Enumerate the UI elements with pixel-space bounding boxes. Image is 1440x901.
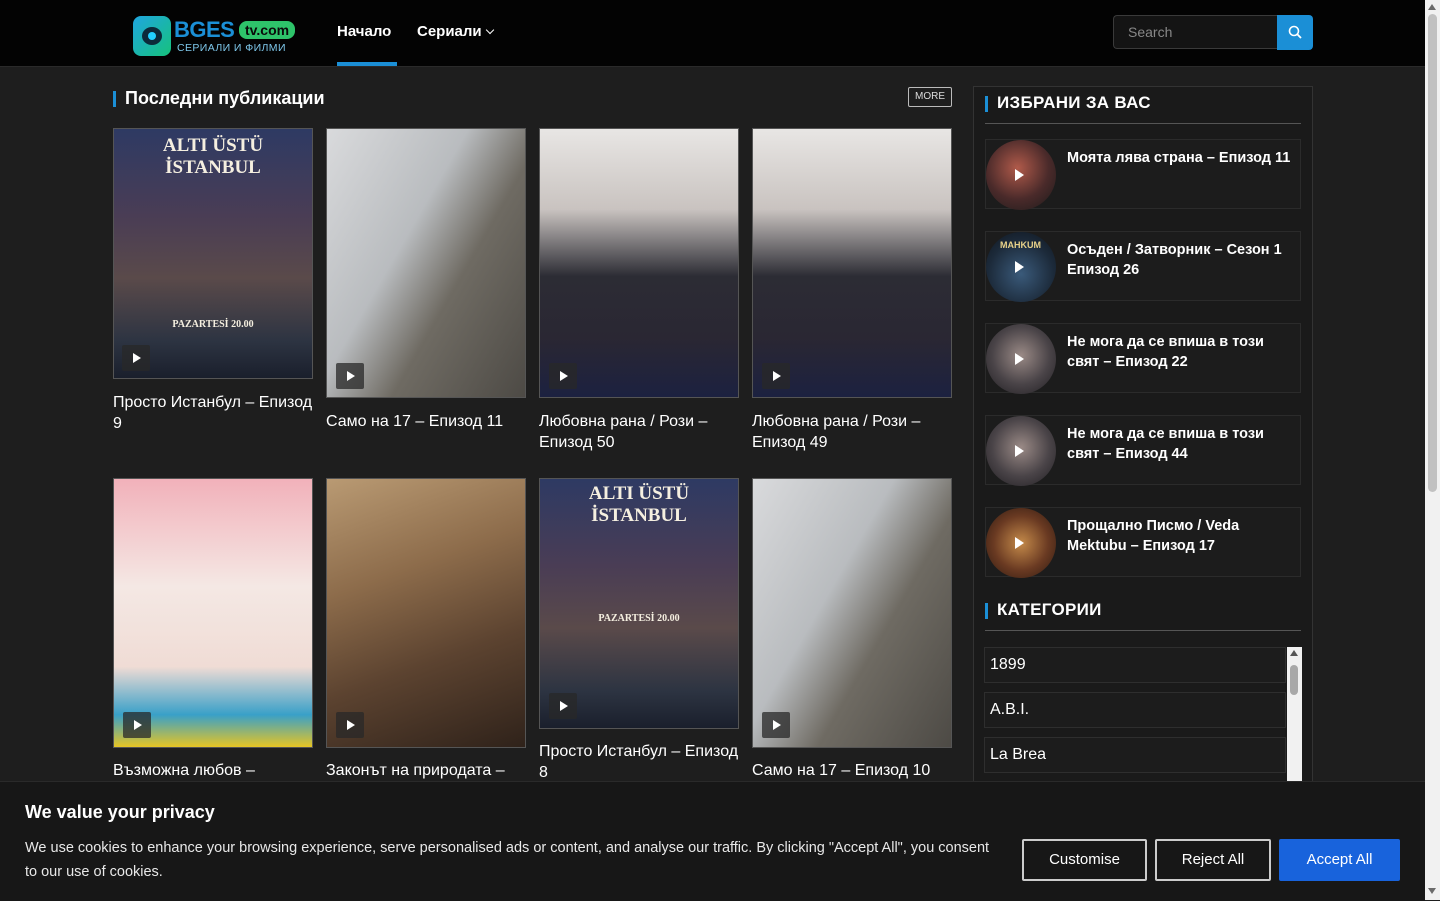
post-title[interactable]: Просто Истанбул – Епизод 8 [539,741,739,783]
post-thumbnail[interactable] [752,128,952,398]
featured-section-title: ИЗБРАНИ ЗА ВАС [997,93,1151,112]
post-title[interactable]: Законът на природата – [326,760,526,781]
cookie-banner: We value your privacy We use cookies to … [0,781,1425,901]
featured-item[interactable]: MAHKUM Осъден / Затворник – Сезон 1 Епиз… [985,231,1301,302]
logo-text: BGES [174,17,235,42]
featured-thumbnail[interactable]: MAHKUM [986,232,1056,302]
category-list[interactable]: 1899 A.B.I. La Brea [984,647,1302,787]
section-divider [985,123,1301,124]
play-icon [1015,537,1024,549]
page-scrollbar[interactable] [1425,0,1440,900]
cookie-title: We value your privacy [25,802,215,822]
poster-title: ALTI ÜSTÜ İSTANBUL [162,135,264,178]
nav-series[interactable]: Сериали [417,23,494,40]
play-icon [1015,261,1024,273]
nav-series-label: Сериали [417,23,482,40]
featured-thumbnail[interactable] [986,416,1056,486]
featured-title[interactable]: Осъден / Затворник – Сезон 1 Епизод 26 [1067,240,1299,280]
post-title[interactable]: Само на 17 – Епизод 11 [326,411,526,432]
search-input[interactable] [1113,15,1277,49]
post-title[interactable]: Любовна рана / Рози – Епизод 50 [539,411,739,453]
section-divider [985,630,1301,631]
play-icon[interactable] [762,363,790,389]
post-title[interactable]: Възможна любов – [113,760,313,781]
more-button[interactable]: MORE [908,87,952,107]
play-icon[interactable] [549,693,577,719]
featured-title[interactable]: Моята лява страна – Епизод 11 [1067,148,1299,168]
nav-home[interactable]: Начало [337,23,391,40]
featured-thumbnail[interactable] [986,140,1056,210]
scroll-down-icon[interactable] [1428,888,1436,894]
featured-item[interactable]: Не мога да се впиша в този свят – Епизод… [985,415,1301,486]
cookie-text: We use cookies to enhance your browsing … [25,840,990,880]
section-accent-bar [985,603,988,619]
post-thumbnail[interactable]: ALTI ÜSTÜ İSTANBUL PAZARTESİ 20.00 [539,478,739,729]
search-button[interactable] [1277,15,1313,50]
featured-item[interactable]: Моята лява страна – Епизод 11 [985,139,1301,210]
play-icon [1015,445,1024,457]
featured-thumbnail[interactable] [986,324,1056,394]
accept-all-button[interactable]: Accept All [1279,839,1400,881]
latest-section-title: Последни публикации [125,88,325,108]
scrollbar-thumb[interactable] [1290,665,1298,695]
thumbnail-text: MAHKUM [1000,240,1041,250]
eye-logo-icon [133,16,171,56]
post-title[interactable]: Само на 17 – Епизод 10 [752,760,952,781]
site-logo[interactable]: BGES tv.com СЕРИАЛИ И ФИЛМИ [133,16,296,56]
section-accent-bar [113,91,116,107]
search-icon [1288,25,1302,39]
post-thumbnail[interactable] [326,478,526,748]
play-icon [1015,353,1024,365]
featured-title[interactable]: Не мога да се впиша в този свят – Епизод… [1067,332,1299,372]
scrollbar-thumb[interactable] [1428,14,1437,492]
featured-item[interactable]: Не мога да се впиша в този свят – Епизод… [985,323,1301,394]
reject-all-button[interactable]: Reject All [1155,839,1271,881]
customise-button[interactable]: Customise [1022,839,1147,881]
post-thumbnail[interactable] [326,128,526,398]
featured-thumbnail[interactable] [986,508,1056,578]
poster-subtitle: PAZARTESİ 20.00 [598,613,680,624]
site-header: BGES tv.com СЕРИАЛИ И ФИЛМИ Начало Сериа… [0,0,1425,67]
play-icon[interactable] [336,712,364,738]
poster-subtitle: PAZARTESİ 20.00 [172,319,254,330]
scroll-up-icon[interactable] [1428,4,1436,10]
play-icon [1015,169,1024,181]
post-thumbnail[interactable]: ALTI ÜSTÜ İSTANBUL PAZARTESİ 20.00 [113,128,313,379]
logo-subtitle: СЕРИАЛИ И ФИЛМИ [177,42,286,54]
featured-item[interactable]: Прощално Писмо / Veda Mektubu – Епизод 1… [985,507,1301,578]
section-accent-bar [985,96,988,112]
play-icon[interactable] [123,712,151,738]
play-icon[interactable] [122,345,150,371]
category-scrollbar[interactable] [1287,647,1302,787]
play-icon[interactable] [336,363,364,389]
scroll-up-icon[interactable] [1290,650,1298,656]
nav-active-indicator [337,62,397,66]
poster-title: ALTI ÜSTÜ İSTANBUL [588,483,690,526]
logo-badge: tv.com [239,21,296,39]
post-thumbnail[interactable] [113,478,313,748]
post-thumbnail[interactable] [539,128,739,398]
post-title[interactable]: Просто Истанбул – Епизод 9 [113,392,313,434]
category-item[interactable]: A.B.I. [984,692,1286,728]
chevron-down-icon [485,25,494,35]
post-title[interactable]: Любовна рана / Рози – Епизод 49 [752,411,952,453]
post-thumbnail[interactable] [752,478,952,748]
featured-title[interactable]: Прощално Писмо / Veda Mektubu – Епизод 1… [1067,516,1299,556]
play-icon[interactable] [549,363,577,389]
play-icon[interactable] [762,712,790,738]
featured-title[interactable]: Не мога да се впиша в този свят – Епизод… [1067,424,1299,464]
category-item[interactable]: La Brea [984,737,1286,773]
category-item[interactable]: 1899 [984,647,1286,683]
categories-section-title: КАТЕГОРИИ [997,600,1102,619]
